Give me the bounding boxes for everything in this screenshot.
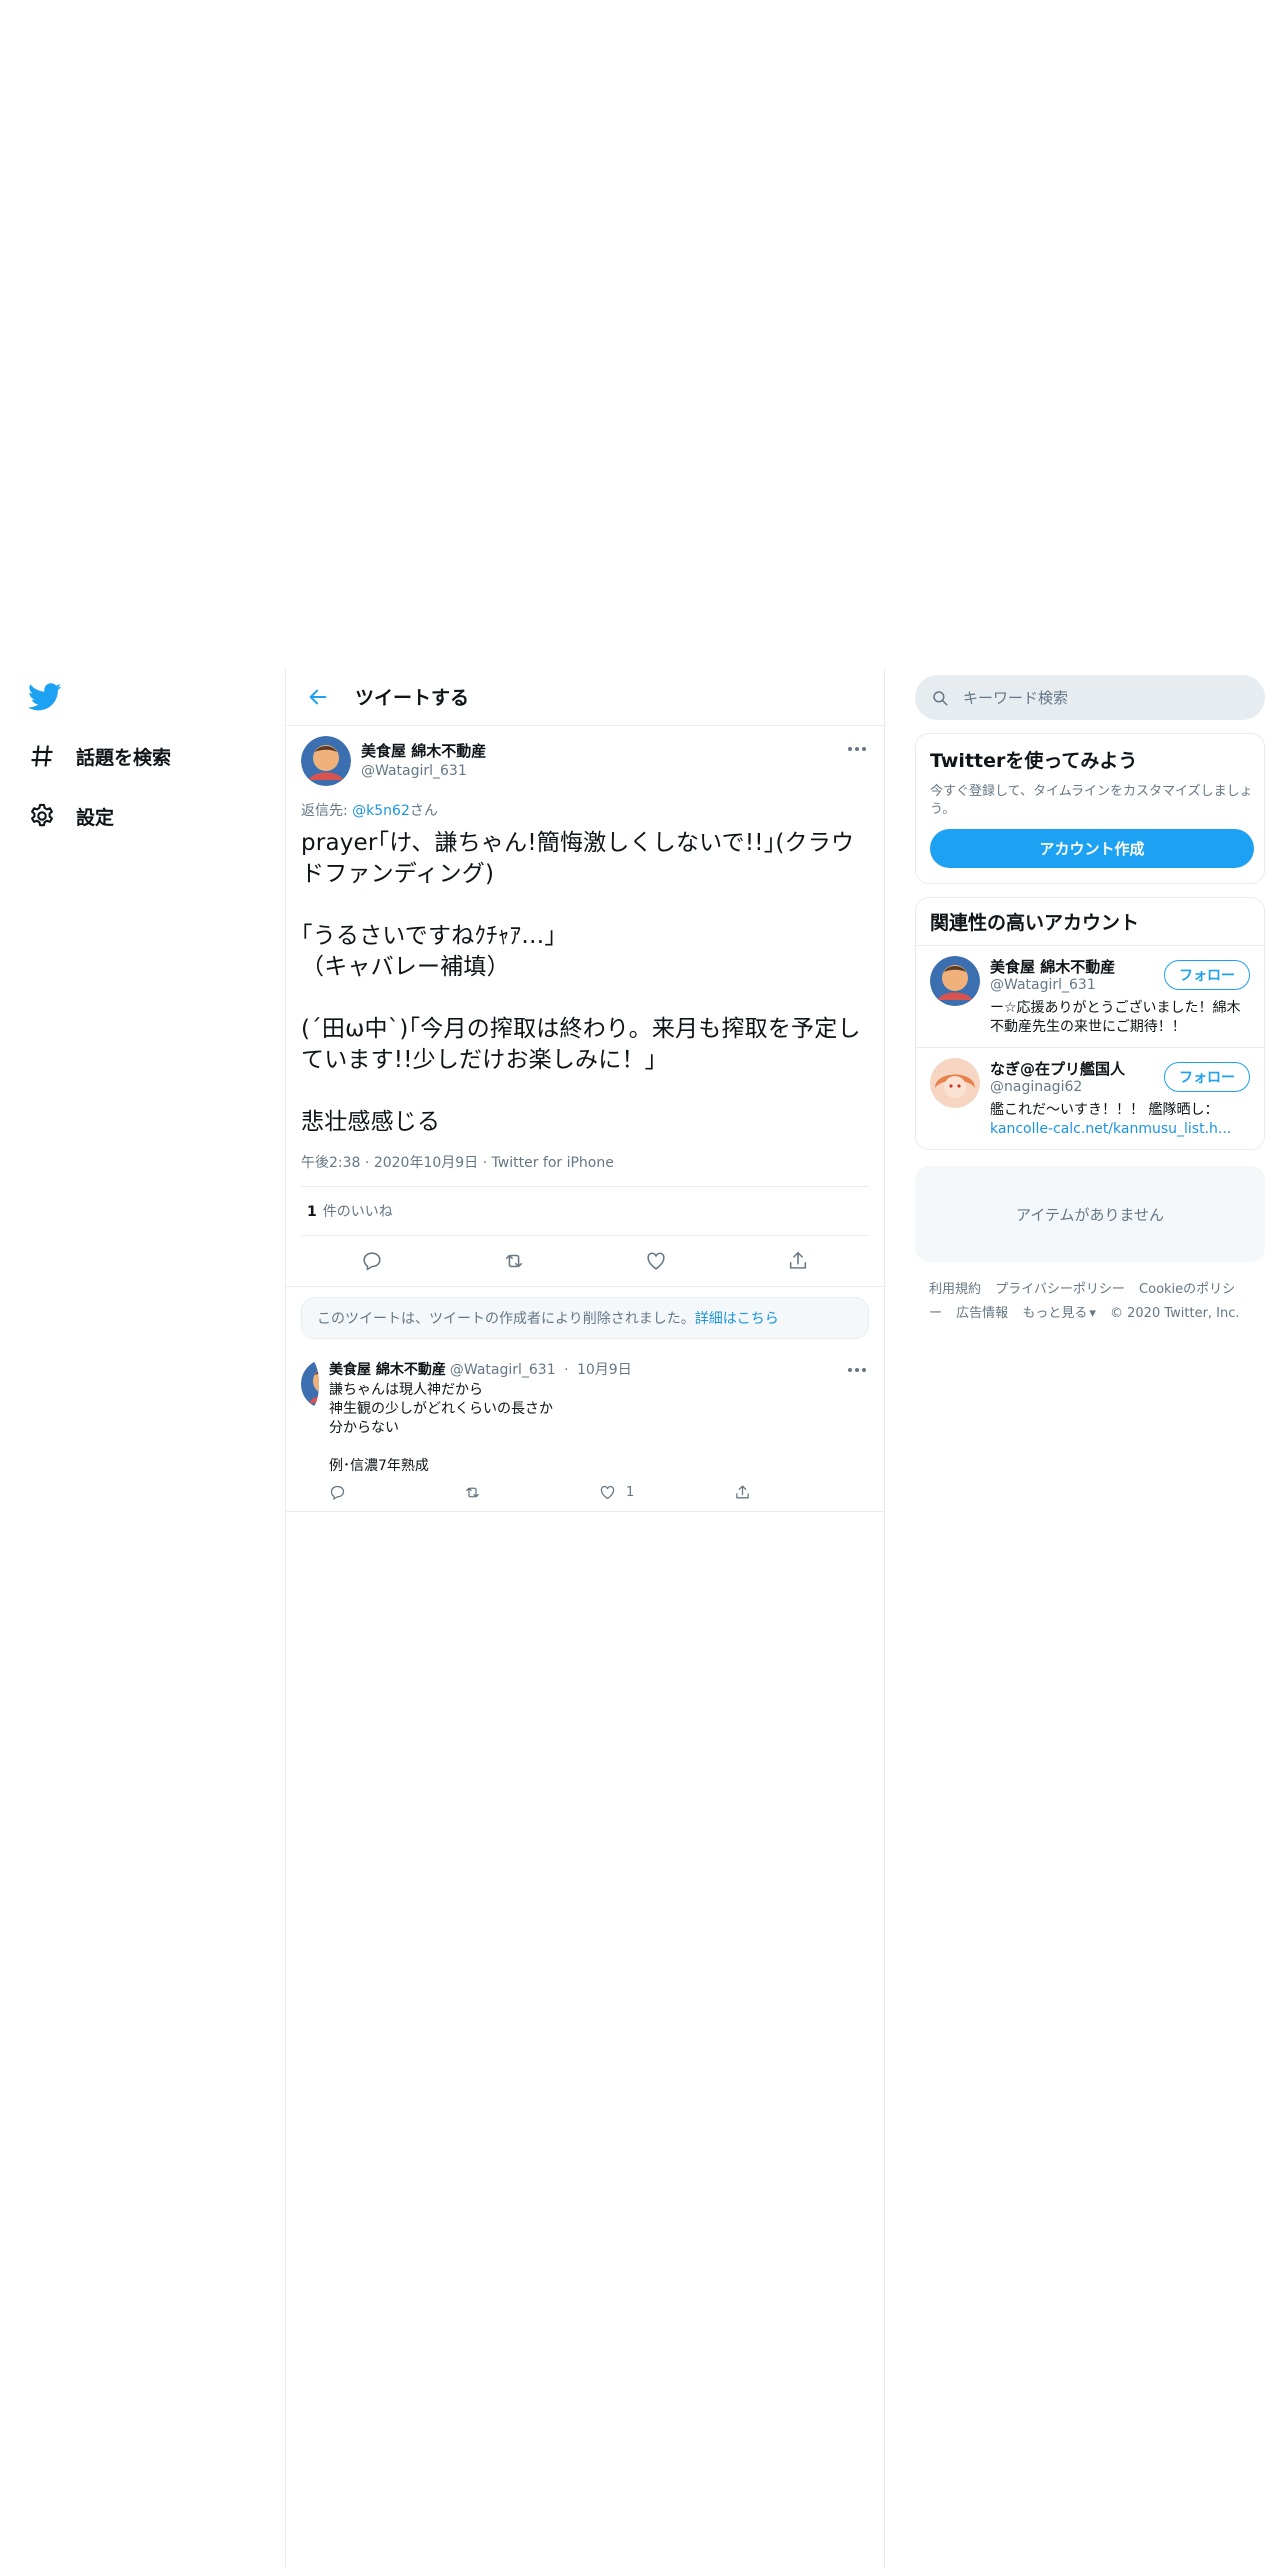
- reply-author-handle[interactable]: @Watagirl_631: [450, 1362, 556, 1378]
- related-account[interactable]: 美食屋 綿木不動産 @Watagirl_631 ー☆応援ありがとうございました！…: [916, 946, 1264, 1048]
- signup-title: Twitterを使ってみよう: [930, 750, 1138, 772]
- create-account-button[interactable]: アカウント作成: [930, 829, 1254, 868]
- like-label: 件のいいね: [322, 1204, 393, 1220]
- share-icon: [736, 1485, 749, 1499]
- chevron-down-icon: ▾: [1089, 1306, 1096, 1321]
- search-icon: [933, 690, 948, 705]
- more-options-icon[interactable]: [845, 740, 869, 752]
- right-sidebar: Twitterを使ってみよう 今すぐ登録して、タイムラインをカスタマイズしましょ…: [915, 675, 1265, 1326]
- avatar[interactable]: [930, 956, 980, 1006]
- author-handle[interactable]: @Watagirl_631: [361, 763, 486, 779]
- copyright: © 2020 Twitter, Inc.: [1110, 1306, 1240, 1321]
- reply-reply-button[interactable]: [329, 1484, 464, 1501]
- retweet-button[interactable]: [501, 1248, 527, 1274]
- footer: 利用規約 プライバシーポリシー Cookieのポリシー 広告情報 もっと見る ▾ …: [915, 1278, 1265, 1326]
- related-accounts-card: 関連性の高いアカウント 美食屋 綿木不動産 @Watagirl_631 ー☆応援…: [915, 897, 1265, 1150]
- reply-tweet[interactable]: 美食屋 綿木不動産 @Watagirl_631 · 10月9日 謙ちゃんは現人神だ…: [286, 1349, 884, 1512]
- search-box[interactable]: [915, 675, 1265, 720]
- follow-button[interactable]: フォロー: [1164, 1062, 1250, 1092]
- tweet-time[interactable]: 午後2:38: [301, 1155, 360, 1171]
- reply-to-suffix: さん: [409, 803, 438, 819]
- heart-icon: [600, 1485, 615, 1500]
- reply-button[interactable]: [359, 1248, 385, 1274]
- reply-author-name[interactable]: 美食屋 綿木不動産: [329, 1362, 446, 1378]
- main-column: ツイートする 美食屋 綿木不動産 @Watagirl_631 返信先: @k5n…: [285, 668, 885, 2568]
- author-name[interactable]: 美食屋 綿木不動産: [361, 740, 486, 761]
- reply-to-prefix: 返信先:: [301, 803, 353, 819]
- retweet-icon: [505, 1254, 523, 1268]
- nav-settings[interactable]: 設定: [28, 794, 114, 838]
- avatar[interactable]: [301, 736, 351, 786]
- back-button[interactable]: [301, 680, 335, 714]
- reply-actions: 1: [329, 1484, 869, 1501]
- deleted-notice-text: このツイートは、ツイートの作成者により削除されました。: [317, 1311, 695, 1327]
- page-title: ツイートする: [355, 687, 470, 709]
- tweet-actions: [301, 1236, 869, 1286]
- related-bio-text: 艦これだ～いすき！！！ 艦隊晒し：: [990, 1102, 1219, 1118]
- twitter-logo-icon[interactable]: [28, 680, 62, 714]
- tweet-meta: 午後2:38 · 2020年10月9日 · Twitter for iPhone: [301, 1152, 869, 1187]
- likes-row[interactable]: 1 件のいいね: [301, 1187, 869, 1236]
- reply-header: 美食屋 綿木不動産 @Watagirl_631 · 10月9日: [329, 1362, 632, 1378]
- tweet-client[interactable]: Twitter for iPhone: [492, 1155, 614, 1171]
- avatar[interactable]: [301, 1359, 319, 1409]
- footer-link-privacy[interactable]: プライバシーポリシー: [995, 1282, 1125, 1297]
- nav-settings-label: 設定: [76, 806, 115, 829]
- hashtag-icon: [28, 742, 56, 770]
- reply-to-link[interactable]: @k5n62: [352, 803, 410, 819]
- footer-link-ads[interactable]: 広告情報: [956, 1306, 1008, 1321]
- search-input[interactable]: [963, 688, 1233, 707]
- avatar[interactable]: [930, 1058, 980, 1108]
- reply-date[interactable]: 10月9日: [577, 1362, 632, 1378]
- reply-like-button[interactable]: 1: [599, 1484, 734, 1501]
- footer-more-label: もっと見る: [1022, 1306, 1088, 1321]
- header: ツイートする: [286, 668, 884, 726]
- empty-state: アイテムがありません: [915, 1166, 1265, 1262]
- share-button[interactable]: [785, 1248, 811, 1274]
- tweet-date[interactable]: 2020年10月9日: [374, 1155, 478, 1171]
- footer-link-terms[interactable]: 利用規約: [929, 1282, 981, 1297]
- tweet-text: prayer｢け、謙ちゃん!簡悔激しくしないで!!｣(クラウドファンディング) …: [301, 830, 861, 1135]
- related-title: 関連性の高いアカウント: [916, 898, 1264, 946]
- reply-retweet-button[interactable]: [464, 1484, 599, 1501]
- deleted-tweet-notice: このツイートは、ツイートの作成者により削除されました。詳細はこちら: [301, 1297, 869, 1339]
- footer-link-more[interactable]: もっと見る ▾: [1022, 1306, 1096, 1321]
- nav-explore[interactable]: 話題を検索: [28, 734, 171, 778]
- reply-like-count: 1: [626, 1485, 635, 1500]
- like-button[interactable]: [643, 1248, 669, 1274]
- heart-icon: [647, 1252, 665, 1270]
- like-count: 1: [307, 1204, 317, 1220]
- related-bio-link[interactable]: kancolle-calc.net/kanmusu_list.h...: [990, 1121, 1231, 1137]
- arrow-left-icon: [309, 689, 327, 704]
- reply-text: 謙ちゃんは現人神だから 神生観の少しがどれくらいの長さか 分からない 例･信濃7…: [329, 1382, 553, 1474]
- focal-tweet: 美食屋 綿木不動産 @Watagirl_631 返信先: @k5n62さん pr…: [286, 726, 884, 1287]
- reply-share-button[interactable]: [734, 1484, 869, 1501]
- more-options-icon[interactable]: [845, 1361, 869, 1373]
- related-account[interactable]: なぎ@在プリ艦国人 @naginagi62 艦これだ～いすき！！！ 艦隊晒し：k…: [916, 1048, 1264, 1149]
- reply-icon: [330, 1485, 345, 1500]
- gear-icon: [28, 802, 56, 830]
- nav-explore-label: 話題を検索: [76, 746, 172, 769]
- signup-card: Twitterを使ってみよう 今すぐ登録して、タイムラインをカスタマイズしましょ…: [915, 733, 1265, 884]
- signup-description: 今すぐ登録して、タイムラインをカスタマイズしましょう。: [930, 784, 1253, 817]
- details-link[interactable]: 詳細はこちら: [695, 1311, 779, 1327]
- related-bio: ー☆応援ありがとうございました！綿木不動産先生の来世にご期待！！: [990, 1000, 1241, 1035]
- follow-button[interactable]: フォロー: [1164, 960, 1250, 990]
- reply-icon: [363, 1252, 381, 1271]
- reply-to: 返信先: @k5n62さん: [301, 800, 869, 820]
- share-icon: [789, 1251, 807, 1269]
- related-bio: 艦これだ～いすき！！！ 艦隊晒し： kancolle-calc.net/kanmu…: [990, 1101, 1250, 1139]
- retweet-icon: [466, 1487, 479, 1498]
